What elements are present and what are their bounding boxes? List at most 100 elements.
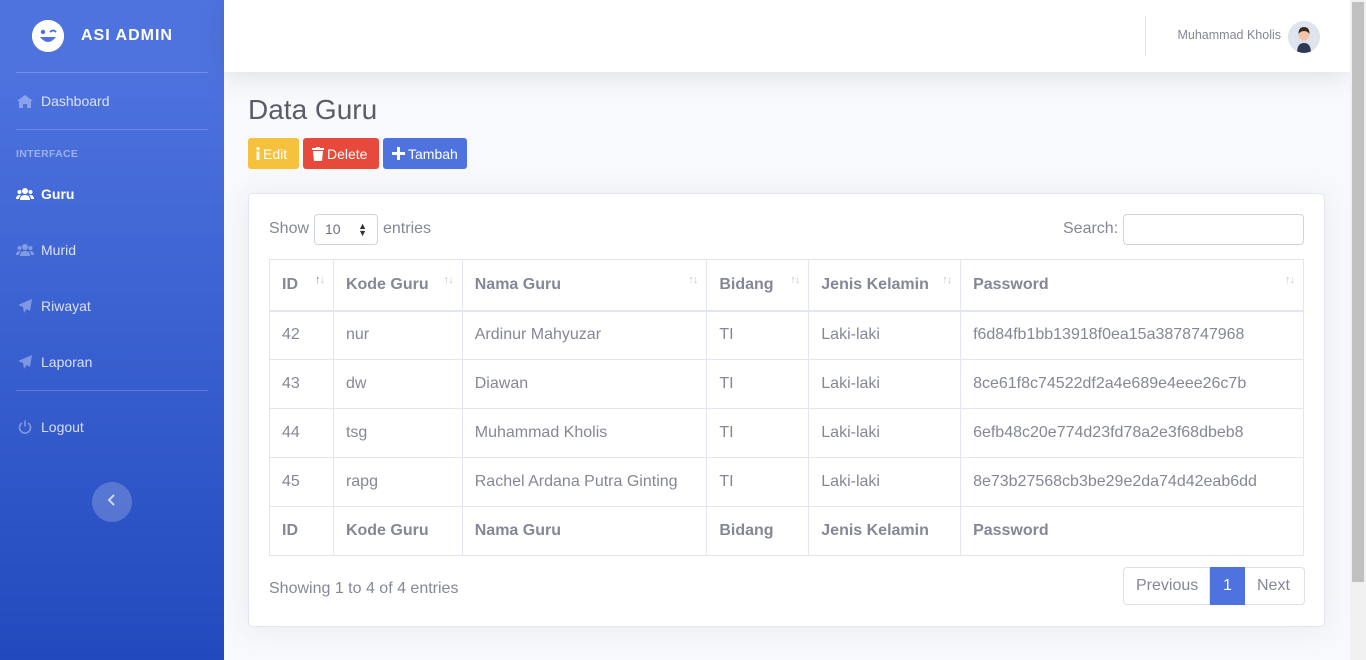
cell-jenis-kelamin: Laki-laki [808, 408, 962, 458]
edit-button[interactable]: Edit [248, 138, 299, 169]
column-header-bidang[interactable]: Bidang ↑↓ [706, 259, 810, 312]
entries-label: entries [383, 220, 432, 237]
scrollbar-thumb[interactable] [1352, 2, 1364, 582]
data-table-card: Show 10 ▲ ▼ entries Search: ID ↑↓ Kode Gur… [248, 193, 1325, 627]
cell-password: 8e73b27568cb3be29e2da74d42eab6dd [960, 457, 1304, 507]
sidebar-item-guru[interactable]: Guru [0, 166, 224, 222]
topbar-divider [1145, 16, 1146, 56]
add-button-label: Tambah [408, 145, 458, 162]
table-row[interactable]: 43 dw Diawan TI Laki-laki 8ce61f8c74522d… [269, 359, 1304, 409]
column-footer-password: Password [960, 506, 1304, 556]
add-button[interactable]: Tambah [383, 138, 467, 169]
search-label: Search: [1063, 220, 1119, 237]
column-header-label: ID [282, 275, 298, 293]
column-footer-id: ID [269, 506, 334, 556]
page-size-value: 10 [325, 221, 341, 237]
sidebar: ASI ADMIN Dashboard INTERFACE Guru Murid… [0, 0, 224, 660]
home-icon [16, 94, 34, 108]
table-row[interactable]: 45 rapg Rachel Ardana Putra Ginting TI L… [269, 457, 1304, 507]
column-header-nama-guru[interactable]: Nama Guru ↑↓ [461, 259, 708, 312]
cell-bidang: TI [706, 310, 810, 360]
column-header-label: Password [973, 275, 1049, 293]
column-header-id[interactable]: ID ↑↓ [269, 259, 334, 312]
select-arrows-icon: ▲ ▼ [358, 221, 367, 238]
chevron-left-icon [107, 493, 117, 511]
cell-kode-guru: tsg [332, 408, 463, 458]
sidebar-item-laporan[interactable]: Laporan [0, 334, 224, 390]
column-header-label: Bidang [719, 275, 774, 293]
brand[interactable]: ASI ADMIN [0, 0, 224, 72]
sort-icon: ↑↓ [443, 274, 454, 286]
cell-id: 45 [269, 457, 334, 507]
cell-bidang: TI [706, 359, 810, 409]
sidebar-item-label: Dashboard [41, 93, 110, 109]
cell-nama-guru: Ardinur Mahyuzar [461, 310, 708, 360]
sort-icon: ↑↓ [790, 274, 800, 286]
info-icon [256, 147, 260, 160]
sidebar-toggle-button[interactable] [92, 482, 132, 522]
column-footer-bidang: Bidang [706, 506, 810, 556]
sidebar-divider [16, 390, 208, 391]
column-header-jenis-kelamin[interactable]: Jenis Kelamin ↑↓ [808, 259, 962, 312]
column-footer-kode-guru: Kode Guru [332, 506, 463, 556]
show-label: Show [269, 220, 310, 237]
cell-id: 42 [269, 310, 334, 360]
user-name[interactable]: Muhammad Kholis [1177, 28, 1281, 42]
cell-password: 6efb48c20e774d23fd78a2e3f68dbeb8 [960, 408, 1304, 458]
sort-icon: ↑↓ [1285, 274, 1295, 286]
cell-jenis-kelamin: Laki-laki [808, 457, 962, 507]
cell-bidang: TI [706, 457, 810, 507]
sidebar-item-logout[interactable]: Logout [0, 399, 224, 455]
delete-button-label: Delete [327, 145, 368, 162]
sidebar-item-murid[interactable]: Murid [0, 222, 224, 278]
topbar: Muhammad Kholis [224, 0, 1350, 72]
sort-icon: ↑↓ [942, 274, 952, 286]
users-icon [16, 243, 34, 257]
cell-jenis-kelamin: Laki-laki [808, 359, 962, 409]
next-page-button[interactable]: Next [1245, 567, 1305, 605]
cell-id: 43 [269, 359, 334, 409]
cell-kode-guru: dw [332, 359, 463, 409]
column-header-label: Nama Guru [474, 275, 561, 293]
sidebar-item-riwayat[interactable]: Riwayat [0, 278, 224, 334]
trash-icon [312, 146, 324, 161]
column-footer-jenis-kelamin: Jenis Kelamin [808, 506, 962, 556]
paper-plane-icon [16, 355, 34, 369]
column-header-password[interactable]: Password ↑↓ [960, 259, 1304, 312]
power-icon [16, 420, 34, 434]
cell-bidang: TI [706, 408, 810, 458]
data-table: ID ↑↓ Kode Guru ↑↓ Nama Guru ↑↓ Bidang ↑↓ Je… [269, 259, 1304, 556]
previous-page-button[interactable]: Previous [1123, 567, 1210, 605]
paper-plane-icon [16, 299, 34, 313]
table-row[interactable]: 44 tsg Muhammad Kholis TI Laki-laki 6efb… [269, 408, 1304, 458]
sidebar-item-label: Guru [41, 186, 75, 202]
sort-icon: ↑↓ [314, 274, 325, 286]
search-input[interactable] [1123, 214, 1304, 245]
column-footer-nama-guru: Nama Guru [461, 506, 708, 556]
brand-title: ASI ADMIN [81, 27, 173, 44]
page-scrollbar[interactable] [1350, 0, 1366, 660]
cell-kode-guru: rapg [332, 457, 463, 507]
sort-icon: ↑↓ [688, 274, 698, 286]
plus-icon [392, 147, 405, 160]
cell-nama-guru: Diawan [461, 359, 708, 409]
delete-button[interactable]: Delete [303, 138, 379, 169]
laughing-wink-icon [32, 20, 64, 52]
sidebar-item-label: Logout [41, 419, 84, 435]
sidebar-heading: INTERFACE [16, 148, 79, 160]
cell-password: 8ce61f8c74522df2a4e689e4eee26c7b [960, 359, 1304, 409]
column-header-label: Jenis Kelamin [821, 275, 929, 293]
cell-jenis-kelamin: Laki-laki [808, 310, 962, 360]
page-size-select[interactable]: 10 ▲ ▼ [314, 214, 378, 245]
cell-nama-guru: Muhammad Kholis [461, 408, 708, 458]
cell-nama-guru: Rachel Ardana Putra Ginting [461, 457, 708, 507]
cell-kode-guru: nur [332, 310, 463, 360]
table-row[interactable]: 42 nur Ardinur Mahyuzar TI Laki-laki f6d… [269, 310, 1304, 360]
edit-button-label: Edit [263, 145, 288, 162]
sidebar-item-dashboard[interactable]: Dashboard [0, 73, 224, 129]
cell-password: f6d84fb1bb13918f0ea15a3878747968 [960, 310, 1304, 360]
column-header-kode-guru[interactable]: Kode Guru ↑↓ [332, 259, 463, 312]
table-header-row: ID ↑↓ Kode Guru ↑↓ Nama Guru ↑↓ Bidang ↑↓ Je… [269, 259, 1304, 312]
avatar[interactable] [1288, 21, 1320, 53]
page-1-button[interactable]: 1 [1210, 567, 1245, 605]
